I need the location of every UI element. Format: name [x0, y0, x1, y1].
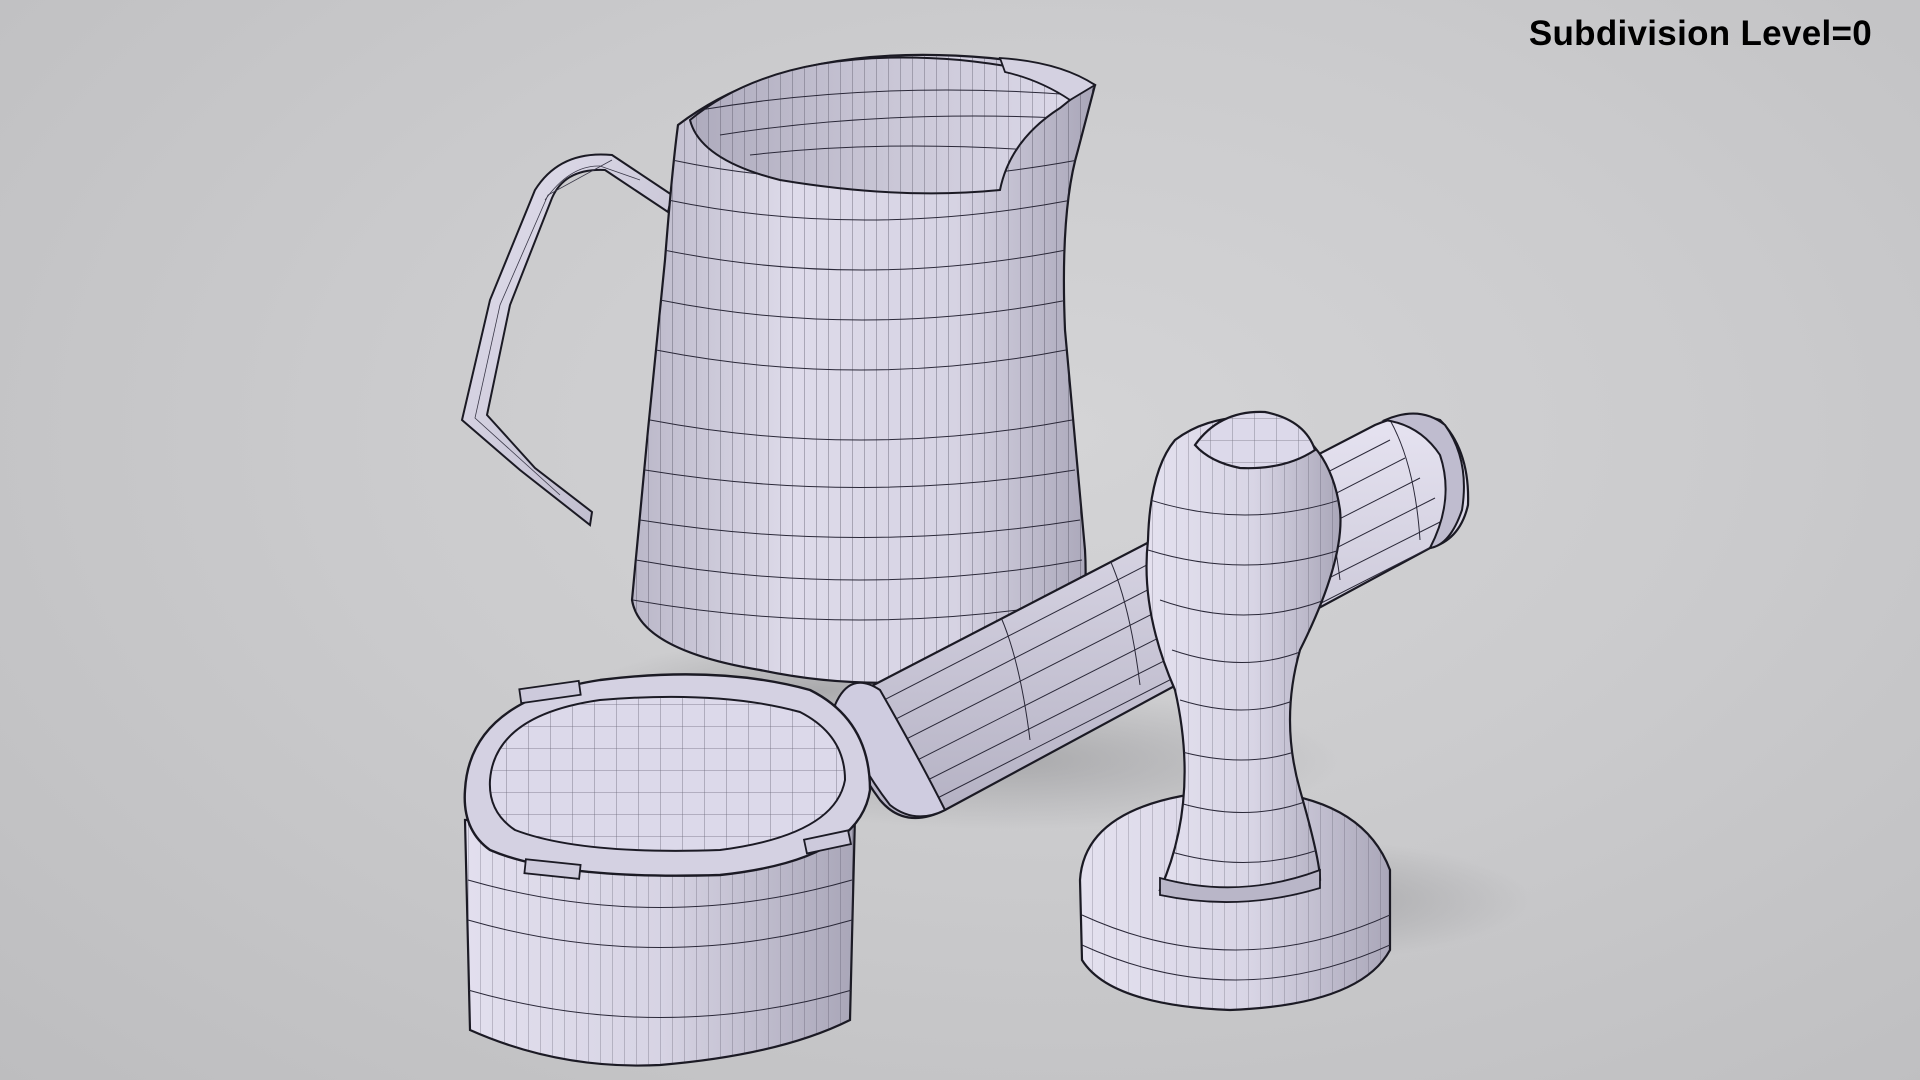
- portafilter-basket[interactable]: [460, 673, 872, 1080]
- viewport-canvas: [460, 40, 1530, 1080]
- milk-pitcher[interactable]: [460, 40, 1100, 700]
- pitcher-handle: [460, 153, 674, 527]
- render-viewport[interactable]: Subdivision Level=0: [0, 0, 1920, 1080]
- subdivision-level-label: Subdivision Level=0: [1528, 14, 1872, 53]
